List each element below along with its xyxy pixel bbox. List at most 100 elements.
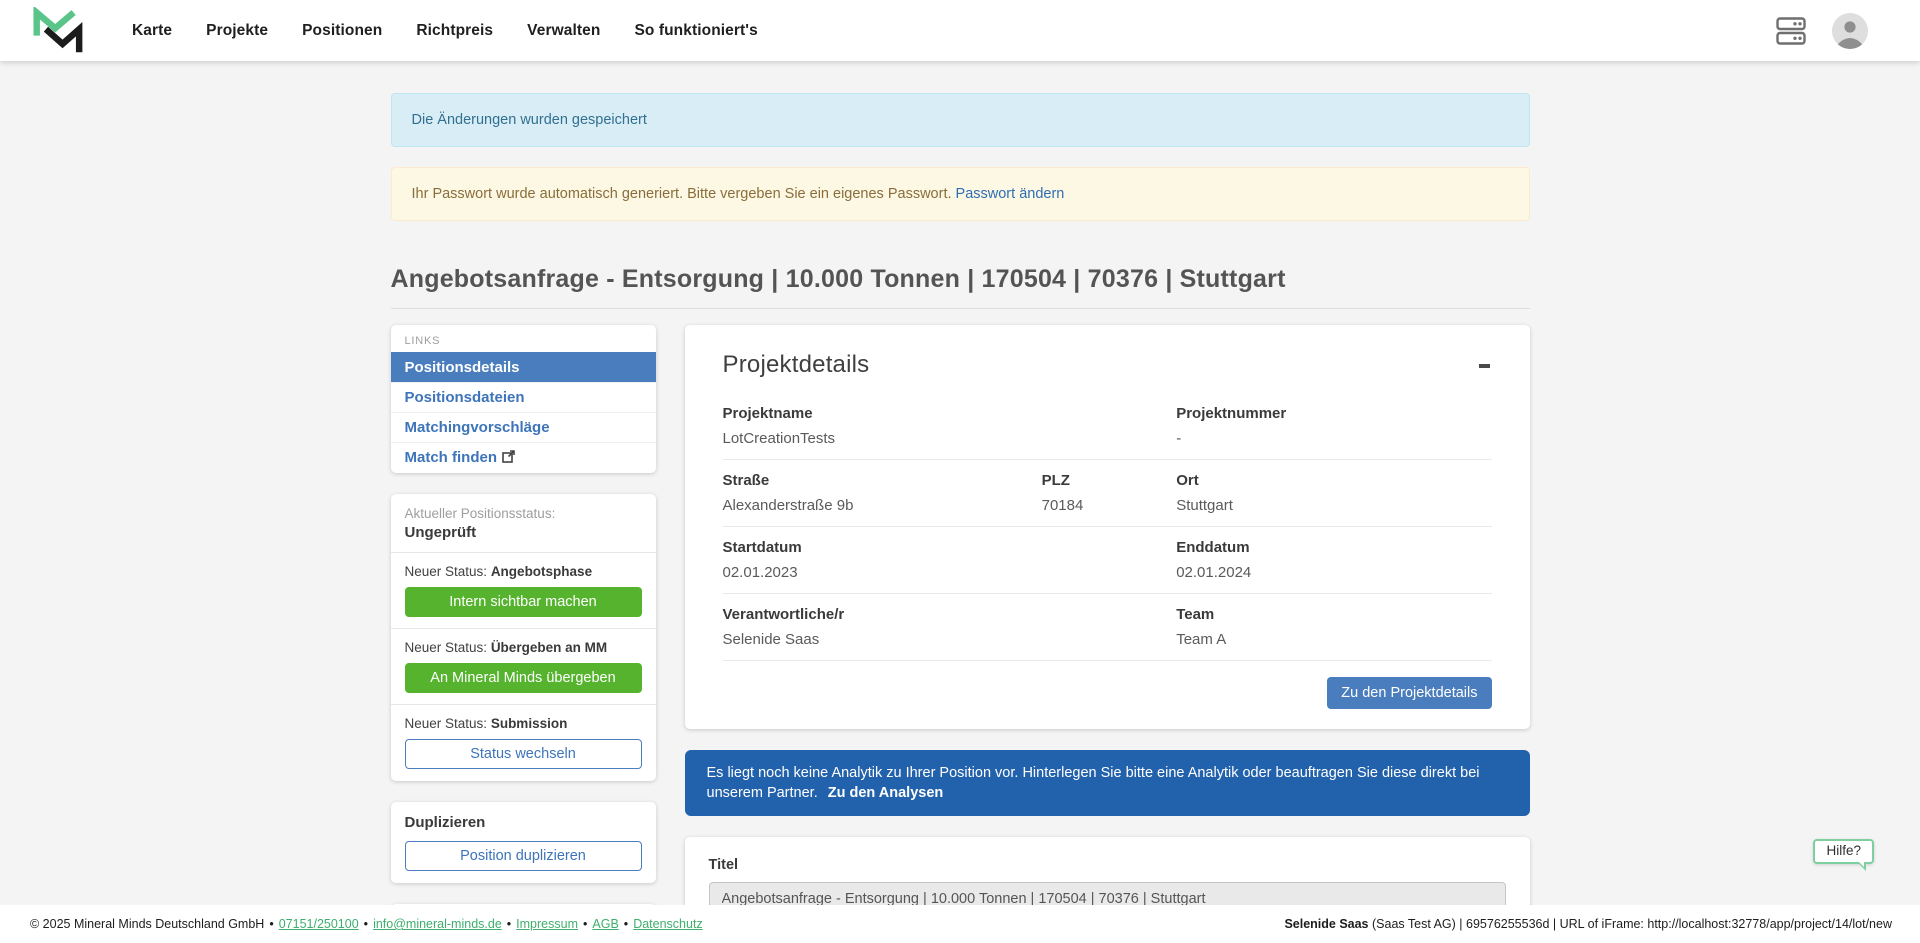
user-avatar-icon[interactable]: [1832, 13, 1868, 49]
password-warning-text: Ihr Passwort wurde automatisch generiert…: [412, 186, 952, 202]
field-value: LotCreationTests: [723, 430, 1177, 447]
field-value: -: [1176, 430, 1491, 447]
go-to-project-details-button[interactable]: Zu den Projektdetails: [1327, 677, 1491, 709]
project-details-panel: Projektdetails Projektname LotCreationTe…: [685, 325, 1530, 729]
footer-datenschutz-link[interactable]: Datenschutz: [633, 917, 702, 931]
footer-left: © 2025 Mineral Minds Deutschland GmbH • …: [30, 917, 703, 931]
field-strasse: Straße Alexanderstraße 9b: [723, 472, 1042, 514]
page-footer: © 2025 Mineral Minds Deutschland GmbH • …: [0, 905, 1920, 943]
current-status-value: Ungeprüft: [405, 524, 642, 541]
field-enddatum: Enddatum 02.01.2024: [1176, 539, 1491, 581]
field-value: 02.01.2023: [723, 564, 1177, 581]
field-verantwortlicher: Verantwortliche/r Selenide Saas: [723, 606, 1177, 648]
sidebar-item-match-finden[interactable]: Match finden: [391, 442, 656, 473]
separator: •: [364, 917, 368, 931]
field-ort: Ort Stuttgart: [1176, 472, 1491, 514]
project-row-dates: Startdatum 02.01.2023 Enddatum 02.01.202…: [723, 526, 1492, 593]
project-row-address: Straße Alexanderstraße 9b PLZ 70184 Ort …: [723, 459, 1492, 526]
separator: •: [624, 917, 628, 931]
new-status-prefix: Neuer Status:: [405, 716, 488, 731]
duplicate-heading: Duplizieren: [405, 814, 642, 831]
duplicate-position-button[interactable]: Position duplizieren: [405, 841, 642, 871]
make-visible-internally-button[interactable]: Intern sichtbar machen: [405, 587, 642, 617]
sidebar-item-positionsdateien[interactable]: Positionsdateien: [391, 382, 656, 412]
footer-meta: (Saas Test AG) | 69576255536d | URL of i…: [1369, 917, 1892, 931]
page-content: Die Änderungen wurden gespeichert Ihr Pa…: [0, 61, 1920, 943]
sidebar-item-matchingvorschlaege[interactable]: Matchingvorschläge: [391, 412, 656, 442]
status-card: Aktueller Positionsstatus: Ungeprüft Neu…: [391, 494, 656, 781]
success-alert-text: Die Änderungen wurden gespeichert: [412, 112, 647, 128]
field-projektnummer: Projektnummer -: [1176, 405, 1491, 447]
field-label: Enddatum: [1176, 539, 1491, 556]
divider: [391, 552, 656, 553]
new-status-label: Neuer Status: Angebotsphase: [405, 564, 642, 579]
new-status-name: Submission: [491, 716, 568, 731]
field-label: PLZ: [1042, 472, 1177, 489]
server-list-icon[interactable]: [1776, 17, 1806, 45]
field-value: 02.01.2024: [1176, 564, 1491, 581]
field-label: Startdatum: [723, 539, 1177, 556]
nav-item-positionen[interactable]: Positionen: [302, 22, 382, 40]
field-value: Stuttgart: [1176, 497, 1491, 514]
navbar-right: [1776, 13, 1868, 49]
new-status-prefix: Neuer Status:: [405, 564, 488, 579]
new-status-name: Angebotsphase: [491, 564, 592, 579]
footer-email-link[interactable]: info@mineral-minds.de: [373, 917, 502, 931]
change-status-button[interactable]: Status wechseln: [405, 739, 642, 769]
nav-item-so-funktionierts[interactable]: So funktioniert's: [634, 22, 757, 40]
new-status-label: Neuer Status: Submission: [405, 716, 642, 731]
top-navbar: Karte Projekte Positionen Richtpreis Ver…: [0, 0, 1920, 61]
sidebar-item-positionsdetails[interactable]: Positionsdetails: [391, 352, 656, 382]
field-plz: PLZ 70184: [1042, 472, 1177, 514]
change-password-link[interactable]: Passwort ändern: [956, 186, 1065, 202]
field-value: 70184: [1042, 497, 1177, 514]
field-label: Ort: [1176, 472, 1491, 489]
new-status-name: Übergeben an MM: [491, 640, 607, 655]
field-label: Projektnummer: [1176, 405, 1491, 422]
divider: [391, 704, 656, 705]
logo-svg: [30, 7, 84, 55]
title-field-label: Titel: [709, 857, 1506, 873]
separator: •: [269, 917, 273, 931]
success-alert: Die Änderungen wurden gespeichert: [391, 93, 1530, 147]
nav-item-verwalten[interactable]: Verwalten: [527, 22, 600, 40]
main-column: Projektdetails Projektname LotCreationTe…: [685, 325, 1530, 943]
nav-item-richtpreis[interactable]: Richtpreis: [416, 22, 493, 40]
links-card: LINKS Positionsdetails Positionsdateien …: [391, 325, 656, 473]
field-label: Verantwortliche/r: [723, 606, 1177, 623]
nav-item-karte[interactable]: Karte: [132, 22, 172, 40]
field-team: Team Team A: [1176, 606, 1491, 648]
external-link-icon: [502, 450, 515, 467]
footer-user-name: Selenide Saas: [1284, 917, 1368, 931]
collapse-panel-button[interactable]: [1478, 359, 1492, 373]
footer-impressum-link[interactable]: Impressum: [516, 917, 578, 931]
nav-item-projekte[interactable]: Projekte: [206, 22, 268, 40]
field-label: Straße: [723, 472, 1042, 489]
go-to-analyses-link[interactable]: Zu den Analysen: [828, 785, 943, 801]
project-details-heading: Projektdetails: [723, 351, 870, 379]
title-divider: [391, 308, 1530, 309]
match-finden-label: Match finden: [405, 449, 498, 466]
hand-over-to-mineral-minds-button[interactable]: An Mineral Minds übergeben: [405, 663, 642, 693]
field-projektname: Projektname LotCreationTests: [723, 405, 1177, 447]
help-button[interactable]: Hilfe?: [1813, 839, 1874, 864]
footer-session-info: Selenide Saas (Saas Test AG) | 695762555…: [1284, 917, 1892, 931]
footer-agb-link[interactable]: AGB: [592, 917, 618, 931]
field-value: Team A: [1176, 631, 1491, 648]
project-row-name: Projektname LotCreationTests Projektnumm…: [723, 405, 1492, 459]
page-title: Angebotsanfrage - Entsorgung | 10.000 To…: [391, 265, 1530, 294]
mineral-minds-logo-icon[interactable]: [30, 7, 84, 55]
links-card-header: LINKS: [391, 325, 656, 352]
field-label: Projektname: [723, 405, 1177, 422]
field-value: Alexanderstraße 9b: [723, 497, 1042, 514]
project-row-people: Verantwortliche/r Selenide Saas Team Tea…: [723, 593, 1492, 660]
footer-phone-link[interactable]: 07151/250100: [279, 917, 359, 931]
divider: [391, 628, 656, 629]
main-navigation: Karte Projekte Positionen Richtpreis Ver…: [132, 22, 758, 40]
new-status-prefix: Neuer Status:: [405, 640, 488, 655]
separator: •: [583, 917, 587, 931]
minus-icon: [1479, 364, 1490, 368]
field-label: Team: [1176, 606, 1491, 623]
separator: •: [507, 917, 511, 931]
duplicate-card: Duplizieren Position duplizieren: [391, 802, 656, 883]
